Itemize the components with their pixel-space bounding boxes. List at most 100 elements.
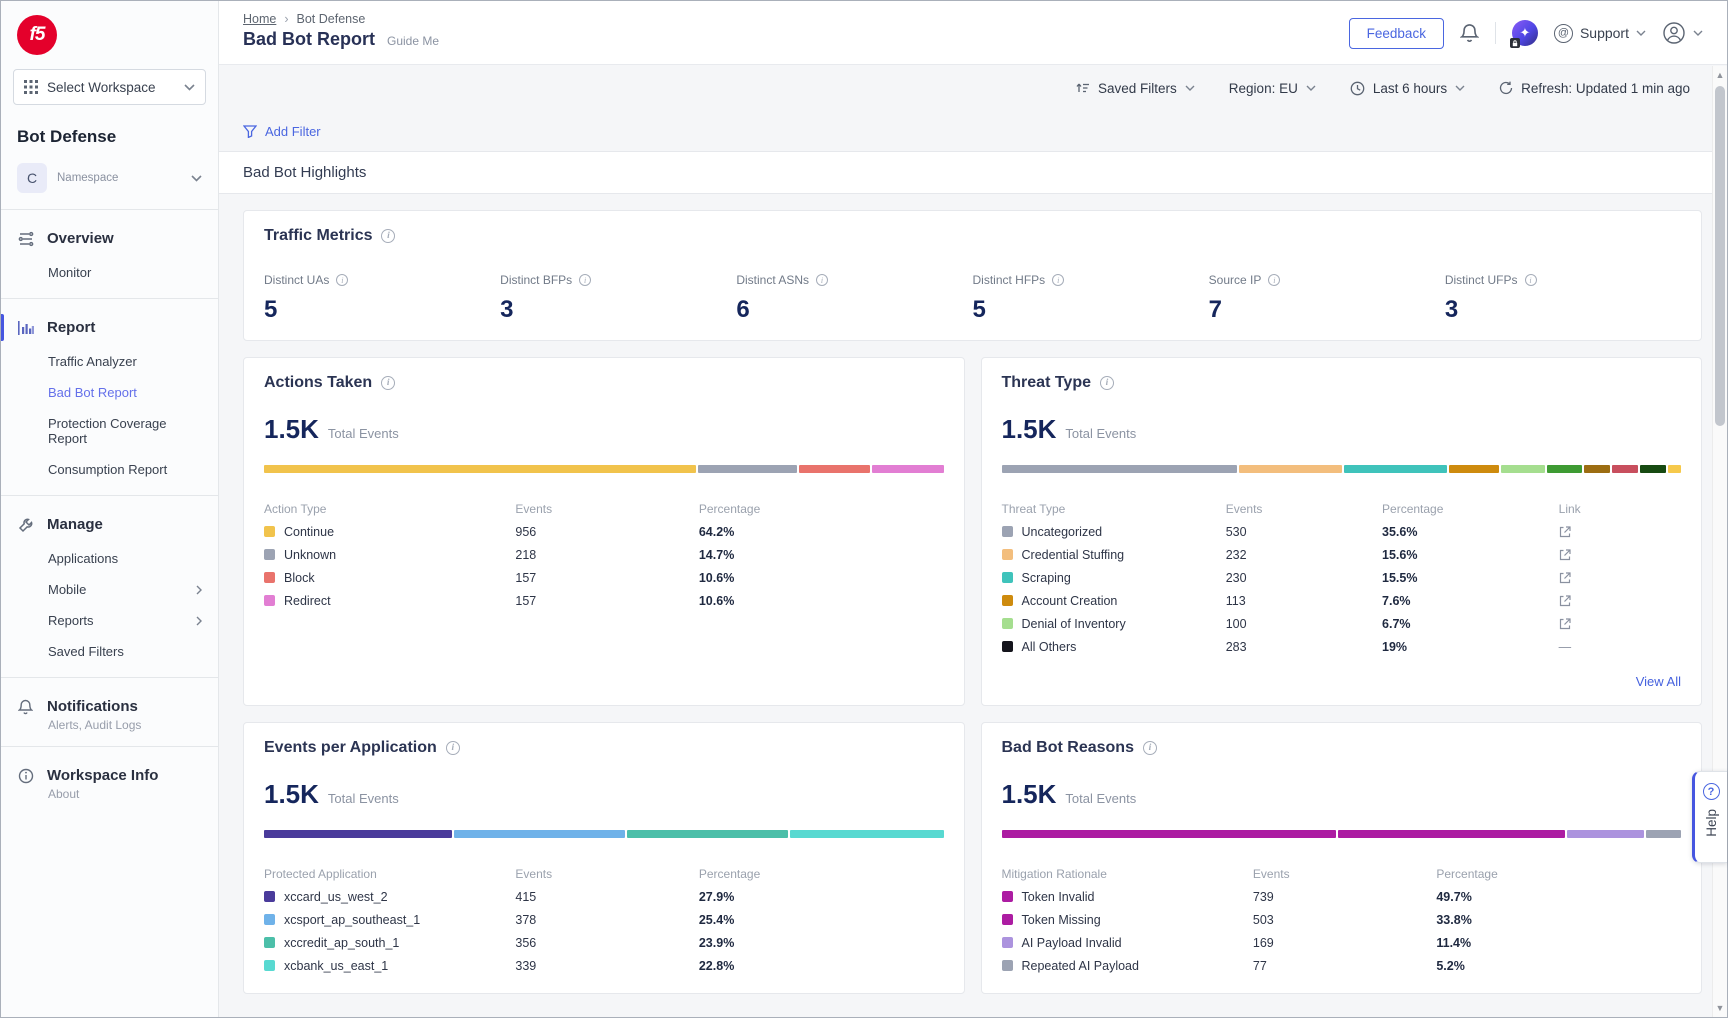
info-icon[interactable] <box>816 274 828 286</box>
info-icon[interactable] <box>1143 741 1157 755</box>
guide-me-link[interactable]: Guide Me <box>387 34 439 48</box>
bar-segment <box>1646 830 1681 838</box>
help-tab[interactable]: ? Help <box>1692 771 1727 863</box>
info-icon[interactable] <box>1268 274 1280 286</box>
column-header: Threat Type <box>1002 502 1226 516</box>
sidebar-item-report[interactable]: Report <box>1 309 218 346</box>
ai-assistant-icon[interactable]: ✦ <box>1512 20 1538 46</box>
feedback-button[interactable]: Feedback <box>1349 18 1444 49</box>
metric: Distinct UAs 5 <box>264 273 500 324</box>
legend-swatch <box>1002 641 1013 652</box>
nav-group-report: Report Traffic Analyzer Bad Bot Report P… <box>1 298 218 495</box>
external-link-icon[interactable] <box>1559 595 1681 607</box>
info-icon[interactable] <box>381 229 395 243</box>
namespace-selector[interactable]: C Namespace <box>1 153 218 209</box>
refresh-button[interactable]: Refresh: Updated 1 min ago <box>1499 81 1690 96</box>
sidebar-item[interactable]: Protection Coverage Report <box>1 408 218 454</box>
legend-swatch <box>264 572 275 583</box>
namespace-label: Namespace <box>57 172 118 184</box>
notifications-bell-icon[interactable] <box>1460 23 1479 43</box>
column-header: Percentage <box>699 867 944 881</box>
breadcrumb: Home › Bot Defense <box>243 12 439 26</box>
info-icon[interactable] <box>579 274 591 286</box>
time-range-dropdown[interactable]: Last 6 hours <box>1350 81 1465 96</box>
sidebar-item[interactable]: Mobile <box>1 574 218 605</box>
external-link-icon[interactable] <box>1559 618 1681 630</box>
metric-value: 3 <box>1445 296 1681 324</box>
info-icon[interactable] <box>1052 274 1064 286</box>
table-row: Credential Stuffing 232 15.6% <box>1002 543 1682 566</box>
bar-segment <box>799 465 870 473</box>
sidebar-item[interactable]: Monitor <box>1 257 218 288</box>
scroll-up-arrow[interactable]: ▲ <box>1713 68 1727 82</box>
total-events-value: 1.5K <box>1002 414 1057 445</box>
grid-icon <box>24 80 38 94</box>
table-row: AI Payload Invalid 169 11.4% <box>1002 931 1682 954</box>
info-icon[interactable] <box>1525 274 1537 286</box>
sidebar-item-notifications[interactable]: Notifications <box>1 688 218 725</box>
table-row: xccard_us_west_2 415 27.9% <box>264 885 944 908</box>
column-header: Action Type <box>264 502 515 516</box>
help-tab-label: Help <box>1704 809 1719 837</box>
metric: Source IP 7 <box>1209 273 1445 324</box>
total-events-value: 1.5K <box>1002 779 1057 810</box>
filter-lines-icon <box>1075 82 1090 94</box>
scroll-down-arrow[interactable]: ▼ <box>1713 1001 1727 1015</box>
info-icon[interactable] <box>1100 376 1114 390</box>
divider <box>1495 22 1496 44</box>
user-account-menu[interactable] <box>1662 21 1703 45</box>
product-title: Bot Defense <box>1 111 218 153</box>
legend-swatch <box>264 526 275 537</box>
support-icon: @ <box>1554 24 1573 43</box>
stacked-bar <box>1002 465 1682 473</box>
events-per-application-card: Events per Application 1.5K Total Events… <box>243 722 965 994</box>
column-header: Events <box>1226 502 1382 516</box>
sidebar-item[interactable]: Reports <box>1 605 218 636</box>
bell-icon <box>17 699 34 715</box>
info-icon[interactable] <box>336 274 348 286</box>
main-area: Home › Bot Defense Bad Bot Report Guide … <box>219 1 1727 1017</box>
info-icon <box>17 768 34 784</box>
sidebar-item-manage[interactable]: Manage <box>1 506 218 543</box>
breadcrumb-home[interactable]: Home <box>243 12 276 26</box>
metric-value: 6 <box>736 296 972 324</box>
legend-swatch <box>1002 526 1013 537</box>
external-link-icon[interactable] <box>1559 526 1681 538</box>
metric: Distinct UFPs 3 <box>1445 273 1681 324</box>
sidebar-item[interactable]: Bad Bot Report <box>1 377 218 408</box>
column-header: Percentage <box>1382 502 1559 516</box>
legend-swatch <box>1002 960 1013 971</box>
metric-value: 7 <box>1209 296 1445 324</box>
filters-toolbar: Saved Filters Region: EU Last 6 hours Re… <box>219 65 1712 111</box>
add-filter-button[interactable]: Add Filter <box>243 124 321 139</box>
report-icon <box>17 320 34 336</box>
info-icon[interactable] <box>381 376 395 390</box>
info-icon[interactable] <box>446 741 460 755</box>
table-row: Block 157 10.6% <box>264 566 944 589</box>
column-header: Mitigation Rationale <box>1002 867 1253 881</box>
scrollbar[interactable]: ▲ ▼ <box>1712 66 1727 1017</box>
view-all-link[interactable]: View All <box>1002 674 1682 689</box>
scrollbar-thumb[interactable] <box>1715 86 1725 426</box>
sidebar-item[interactable]: Traffic Analyzer <box>1 346 218 377</box>
sidebar-item[interactable]: Applications <box>1 543 218 574</box>
nav-group-overview: Overview Monitor <box>1 210 218 298</box>
support-menu[interactable]: @ Support <box>1554 24 1646 43</box>
external-link-icon[interactable] <box>1559 572 1681 584</box>
bar-segment <box>264 465 696 473</box>
f5-logo[interactable]: f5 <box>1 1 218 59</box>
external-link-icon[interactable] <box>1559 549 1681 561</box>
bar-segment <box>1547 465 1581 473</box>
saved-filters-dropdown[interactable]: Saved Filters <box>1075 81 1195 96</box>
refresh-icon <box>1499 81 1513 95</box>
region-dropdown[interactable]: Region: EU <box>1229 81 1316 96</box>
sidebar-item[interactable]: Saved Filters <box>1 636 218 667</box>
total-events-value: 1.5K <box>264 414 319 445</box>
bar-segment <box>698 465 797 473</box>
sidebar-item-overview[interactable]: Overview <box>1 220 218 257</box>
sidebar-item-workspace-info[interactable]: Workspace Info <box>1 757 218 794</box>
sidebar: f5 Select Workspace Bot Defense C Namesp… <box>1 1 219 1017</box>
sidebar-item[interactable]: Consumption Report <box>1 454 218 485</box>
workspace-selector[interactable]: Select Workspace <box>13 69 206 105</box>
legend-swatch <box>1002 572 1013 583</box>
